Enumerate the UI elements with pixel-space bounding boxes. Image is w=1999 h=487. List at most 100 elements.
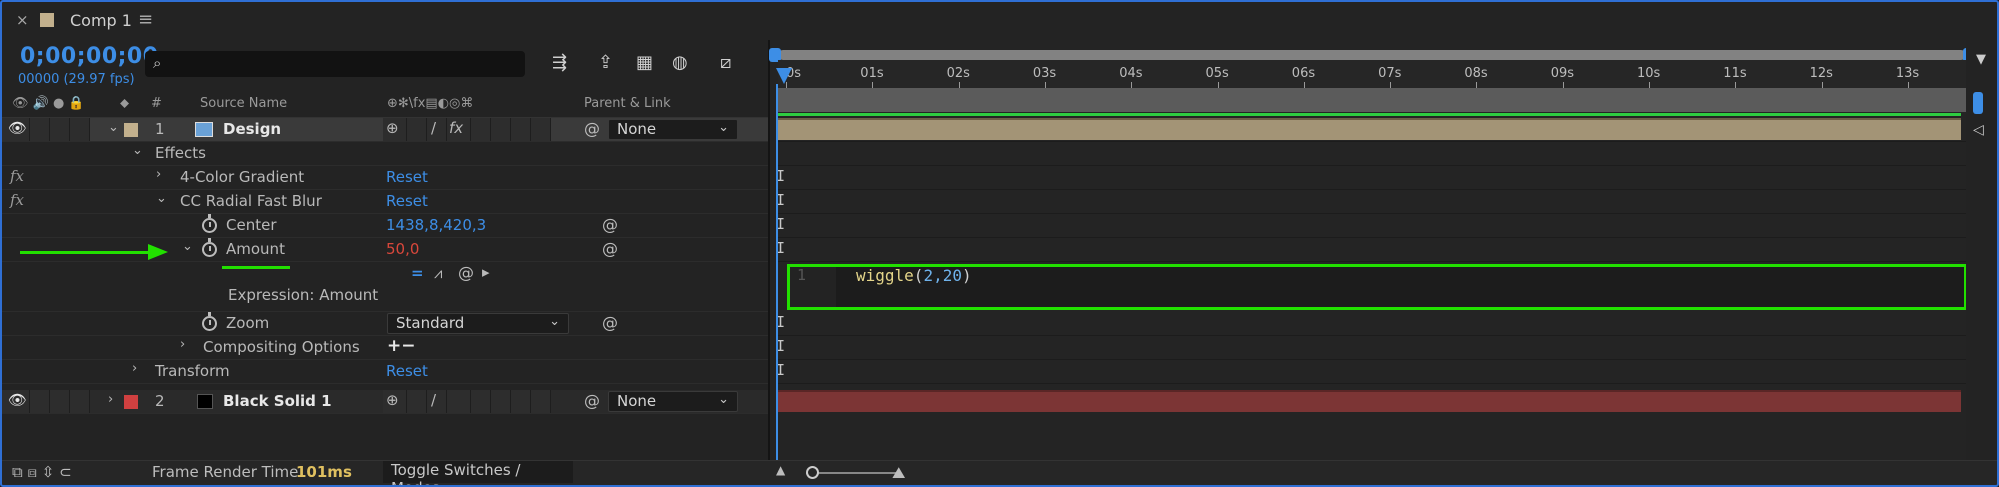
expression-pickwhip-icon[interactable]: @ bbox=[602, 313, 618, 332]
draft-3d-icon[interactable]: ⇪ bbox=[598, 52, 613, 73]
expand-chevron-icon[interactable]: ⌄ bbox=[156, 191, 167, 206]
chevron-down-icon: ⌄ bbox=[549, 314, 560, 329]
property-row-center[interactable]: Center 1438,8,420,3 @ bbox=[2, 214, 768, 238]
expand-chevron-icon[interactable]: ⌄ bbox=[132, 143, 143, 158]
expression-pickwhip-icon[interactable]: @ bbox=[458, 263, 474, 282]
comp-tab-title[interactable]: Comp 1 bbox=[70, 11, 132, 30]
parent-pickwhip-icon[interactable]: @ bbox=[584, 119, 600, 138]
toggle-switches-modes-button[interactable]: Toggle Switches / Modes bbox=[383, 461, 573, 487]
visibility-toggle[interactable]: 👁 bbox=[2, 118, 30, 141]
property-value[interactable]: 1438,8,420,3 bbox=[386, 216, 486, 234]
close-tab-icon[interactable]: × bbox=[16, 11, 29, 29]
zoom-in-icon[interactable]: ⛰ bbox=[892, 463, 905, 483]
stopwatch-icon[interactable] bbox=[202, 238, 217, 257]
layer-bar-design[interactable] bbox=[778, 118, 1961, 140]
effect-reset-link[interactable]: Reset bbox=[386, 168, 428, 186]
solid-swatch-icon bbox=[197, 394, 213, 409]
fx-icon[interactable]: fx bbox=[10, 191, 24, 209]
graph-editor-icon[interactable]: ⧄ bbox=[720, 52, 731, 73]
visibility-toggle[interactable]: 👁 bbox=[2, 390, 30, 413]
motion-blur-icon[interactable]: ◍ bbox=[672, 52, 688, 73]
effect-row-radial-blur[interactable]: fx ⌄ CC Radial Fast Blur Reset bbox=[2, 190, 768, 214]
search-input[interactable]: ⌕ bbox=[145, 51, 525, 77]
3d-layer-switch[interactable] bbox=[531, 118, 551, 141]
adjustment-switch[interactable] bbox=[511, 390, 531, 413]
panel-menu-icon[interactable]: ≡ bbox=[138, 9, 153, 30]
motion-blur-switch[interactable] bbox=[491, 118, 511, 141]
3d-layer-switch[interactable] bbox=[531, 390, 551, 413]
effect-switch[interactable] bbox=[447, 390, 471, 413]
time-navigator-bar[interactable] bbox=[778, 50, 1966, 60]
column-parent-link[interactable]: Parent & Link bbox=[584, 96, 671, 118]
comp-mini-flowchart-icon[interactable]: ⇶ bbox=[552, 52, 567, 73]
graph-icon[interactable]: ⩘ bbox=[434, 264, 442, 282]
expression-pickwhip-icon[interactable]: @ bbox=[602, 215, 618, 234]
expand-chevron-icon[interactable]: › bbox=[180, 337, 185, 352]
layer-marker-icon[interactable]: ◁ bbox=[1973, 122, 1984, 138]
property-row-amount[interactable]: ⌄ Amount 50,0 @ bbox=[2, 238, 768, 262]
effect-switch[interactable]: fx bbox=[447, 118, 471, 141]
lock-toggle[interactable] bbox=[70, 390, 90, 413]
solo-toggle[interactable] bbox=[50, 390, 70, 413]
render-settings-icons[interactable]: ⧉ ⧈ ⇳ ⊂ bbox=[12, 463, 72, 481]
audio-toggle[interactable] bbox=[30, 118, 50, 141]
zoom-slider[interactable] bbox=[806, 472, 896, 474]
compositing-options-row[interactable]: › Compositing Options +− bbox=[2, 336, 768, 360]
collapse-switch[interactable] bbox=[407, 390, 427, 413]
stopwatch-icon[interactable] bbox=[202, 214, 217, 233]
collapse-switch[interactable] bbox=[407, 118, 427, 141]
frame-render-value: 101ms bbox=[296, 463, 352, 481]
solo-toggle[interactable] bbox=[50, 118, 70, 141]
layer-label-color[interactable] bbox=[124, 395, 138, 409]
expand-chevron-icon[interactable]: › bbox=[156, 167, 161, 182]
layer-name[interactable]: Black Solid 1 bbox=[223, 392, 332, 410]
layer-bar-black-solid[interactable] bbox=[778, 390, 1961, 412]
parent-dropdown[interactable]: None ⌄ bbox=[608, 119, 738, 140]
current-time-indicator-line[interactable] bbox=[776, 84, 778, 460]
stopwatch-icon[interactable] bbox=[202, 312, 217, 331]
property-row-zoom[interactable]: Zoom Standard ⌄ @ bbox=[2, 312, 768, 336]
property-value[interactable]: 50,0 bbox=[386, 240, 419, 258]
expand-chevron-icon[interactable]: › bbox=[132, 361, 137, 376]
frame-blend-switch[interactable] bbox=[471, 118, 491, 141]
effects-group-row[interactable]: ⌄ Effects bbox=[2, 142, 768, 166]
zoom-dropdown[interactable]: Standard ⌄ bbox=[387, 313, 569, 334]
layer-label-color[interactable] bbox=[124, 123, 138, 137]
expression-code[interactable]: wiggle(2,20) bbox=[856, 266, 972, 285]
shy-switch[interactable]: ⊕ bbox=[383, 390, 407, 413]
current-time-indicator-head[interactable] bbox=[776, 68, 792, 84]
expand-chevron-icon[interactable]: › bbox=[108, 392, 113, 407]
zoom-out-icon[interactable]: ▲ bbox=[776, 463, 785, 477]
quality-switch[interactable]: / bbox=[427, 118, 447, 141]
comp-marker-bin-icon[interactable]: ▼ bbox=[1976, 52, 1986, 67]
adjustment-switch[interactable] bbox=[511, 118, 531, 141]
motion-blur-switch[interactable] bbox=[491, 390, 511, 413]
work-area-bar[interactable] bbox=[778, 88, 1966, 112]
expression-language-menu-icon[interactable]: ▸ bbox=[482, 263, 490, 281]
current-timecode[interactable]: 0;00;00;00 bbox=[20, 44, 159, 69]
transform-reset-link[interactable]: Reset bbox=[386, 362, 428, 380]
layer-row-2[interactable]: 👁 › 2 Black Solid 1 ⊕ / @ None ⌄ bbox=[2, 390, 768, 414]
frame-blending-icon[interactable]: ▦ bbox=[636, 52, 653, 73]
effect-reset-link[interactable]: Reset bbox=[386, 192, 428, 210]
expand-chevron-icon[interactable]: ⌄ bbox=[182, 239, 193, 254]
transform-row[interactable]: › Transform Reset bbox=[2, 360, 768, 384]
fx-icon[interactable]: fx bbox=[10, 167, 24, 185]
column-source-name[interactable]: Source Name bbox=[200, 96, 287, 118]
lock-toggle[interactable] bbox=[70, 118, 90, 141]
audio-toggle[interactable] bbox=[30, 390, 50, 413]
zoom-slider-thumb[interactable] bbox=[806, 466, 819, 479]
expression-pickwhip-icon[interactable]: @ bbox=[602, 239, 618, 258]
expression-enable-icon[interactable]: = bbox=[411, 264, 424, 282]
layer-name[interactable]: Design bbox=[223, 120, 281, 138]
frame-blend-switch[interactable] bbox=[471, 390, 491, 413]
parent-pickwhip-icon[interactable]: @ bbox=[584, 391, 600, 410]
layer-row-1[interactable]: 👁 ⌄ 1 Design ⊕ / fx @ None ⌄ bbox=[2, 118, 768, 142]
expand-chevron-icon[interactable]: ⌄ bbox=[108, 120, 119, 135]
shy-switch[interactable]: ⊕ bbox=[383, 118, 407, 141]
parent-dropdown[interactable]: None ⌄ bbox=[608, 391, 738, 412]
effect-row-gradient[interactable]: fx › 4-Color Gradient Reset bbox=[2, 166, 768, 190]
add-remove-mask-buttons[interactable]: +− bbox=[387, 336, 416, 356]
quality-switch[interactable]: / bbox=[427, 390, 447, 413]
work-area-end-handle[interactable] bbox=[1973, 92, 1983, 114]
